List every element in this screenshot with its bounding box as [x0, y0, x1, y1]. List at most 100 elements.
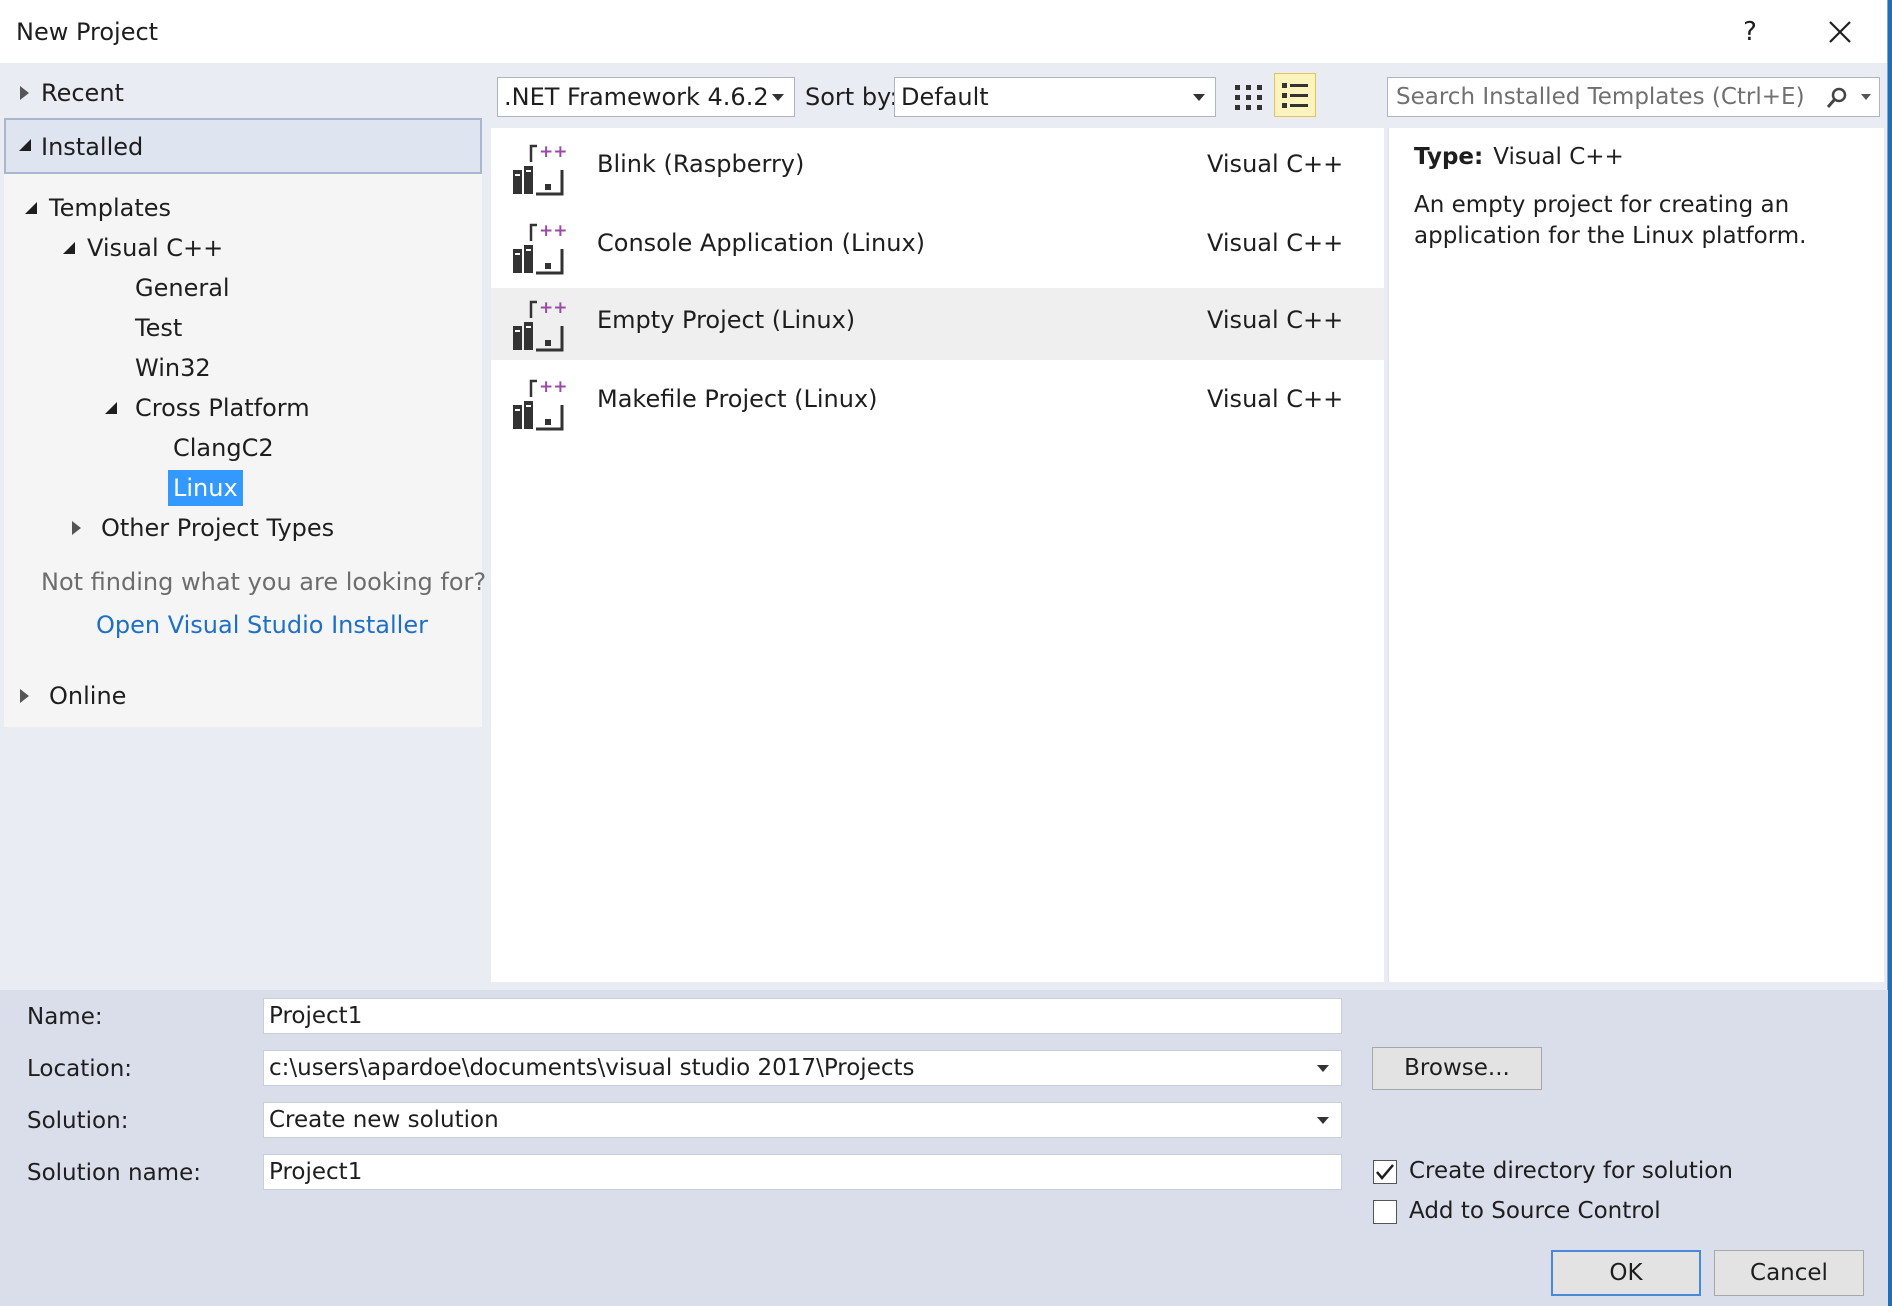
tile-view-button[interactable] — [1229, 77, 1269, 117]
chevron-down-icon — [1193, 94, 1205, 101]
tree-item-label: Win32 — [135, 354, 211, 382]
sort-by-label: Sort by: — [805, 83, 898, 111]
type-label: Type: — [1414, 144, 1484, 170]
tree-item-label: ClangC2 — [173, 434, 274, 462]
chevron-down-icon[interactable] — [1861, 94, 1871, 100]
list-view-button[interactable] — [1274, 73, 1316, 117]
solution-name-input[interactable]: Project1 — [263, 1154, 1342, 1190]
framework-dropdown[interactable]: .NET Framework 4.6.2 — [497, 77, 795, 117]
template-row-makefile[interactable]: ++ Makefile Project (Linux) Visual C++ — [491, 367, 1384, 439]
window-title: New Project — [16, 18, 159, 46]
collapse-arrow-icon — [25, 202, 37, 214]
close-icon — [1829, 21, 1851, 43]
new-project-dialog: New Project ? Recent Installed Templates… — [0, 0, 1888, 1306]
help-button[interactable]: ? — [1732, 13, 1768, 51]
tree-item-label: Visual C++ — [87, 234, 224, 262]
expand-arrow-icon — [72, 521, 81, 535]
tree-item-label: Cross Platform — [135, 394, 310, 422]
sort-dropdown[interactable]: Default — [894, 77, 1216, 117]
name-value: Project1 — [269, 1003, 363, 1029]
tree-item-win32[interactable]: Win32 — [135, 350, 211, 386]
svg-text:++: ++ — [539, 142, 567, 162]
nav-installed-label: Installed — [41, 133, 144, 161]
nav-recent-label: Recent — [41, 79, 124, 107]
solution-dropdown[interactable]: Create new solution — [263, 1102, 1342, 1138]
list-view-icon — [1282, 83, 1308, 108]
tree-item-label: Linux — [173, 474, 238, 502]
expand-arrow-icon — [20, 689, 29, 703]
solution-name-label: Solution name: — [27, 1160, 201, 1186]
chevron-down-icon — [1317, 1117, 1329, 1124]
template-row-console[interactable]: ++ Console Application (Linux) Visual C+… — [491, 211, 1384, 283]
nav-online[interactable]: Online — [4, 676, 482, 716]
cpp-project-icon: ++ — [513, 298, 567, 352]
tree-item-cross-platform[interactable]: Cross Platform — [104, 390, 310, 426]
template-name: Blink (Raspberry) — [597, 150, 805, 178]
title-bar: New Project ? — [0, 0, 1887, 63]
checkmark-icon — [1376, 1164, 1394, 1180]
svg-text:++: ++ — [539, 221, 567, 241]
cpp-project-icon: ++ — [513, 377, 567, 431]
sort-value: Default — [901, 83, 989, 111]
template-name: Empty Project (Linux) — [597, 306, 856, 334]
name-label: Name: — [27, 1004, 103, 1030]
template-row-blink[interactable]: ++ Blink (Raspberry) Visual C++ — [491, 132, 1384, 204]
tree-item-linux[interactable]: Linux — [168, 470, 243, 506]
template-language: Visual C++ — [1207, 229, 1344, 257]
template-row-empty-project[interactable]: ++ Empty Project (Linux) Visual C++ — [491, 288, 1384, 360]
nav-recent[interactable]: Recent — [4, 73, 482, 113]
template-description: An empty project for creating an applica… — [1414, 192, 1807, 249]
tree-item-test[interactable]: Test — [135, 310, 182, 346]
collapse-arrow-icon — [63, 242, 75, 254]
collapse-arrow-icon — [19, 139, 31, 151]
not-finding-text: Not finding what you are looking for? — [41, 568, 487, 596]
location-input[interactable]: c:\users\apardoe\documents\visual studio… — [263, 1050, 1342, 1086]
tree-item-general[interactable]: General — [135, 270, 230, 306]
template-list: ++ Blink (Raspberry) Visual C++ ++ Conso… — [491, 128, 1384, 982]
cpp-project-icon: ++ — [513, 221, 567, 275]
search-templates-input[interactable]: Search Installed Templates (Ctrl+E) — [1387, 77, 1880, 117]
type-row: Type: Visual C++ — [1414, 144, 1624, 170]
nav-online-label: Online — [49, 682, 127, 710]
framework-value: .NET Framework 4.6.2 — [504, 83, 769, 111]
template-language: Visual C++ — [1207, 306, 1344, 334]
tree-item-visual-cpp[interactable]: Visual C++ — [62, 230, 223, 266]
svg-text:++: ++ — [539, 298, 567, 318]
tree-item-label: Test — [135, 314, 183, 342]
tree-item-other-project-types[interactable]: Other Project Types — [72, 510, 334, 546]
tree-item-label: Templates — [49, 194, 172, 222]
type-value: Visual C++ — [1493, 144, 1624, 170]
tree-item-templates[interactable]: Templates — [24, 190, 171, 226]
cpp-project-icon: ++ — [513, 142, 567, 196]
template-tree: Templates Visual C++ General Test Win32 … — [4, 174, 482, 727]
ok-button[interactable]: OK — [1551, 1250, 1701, 1296]
search-placeholder: Search Installed Templates (Ctrl+E) — [1396, 84, 1805, 110]
close-button[interactable] — [1818, 13, 1862, 51]
nav-installed[interactable]: Installed — [4, 118, 482, 174]
svg-text:++: ++ — [539, 377, 567, 397]
source-control-label: Add to Source Control — [1409, 1198, 1661, 1224]
open-installer-link[interactable]: Open Visual Studio Installer — [96, 611, 428, 639]
tree-item-clangc2[interactable]: ClangC2 — [173, 430, 274, 466]
source-control-checkbox[interactable] — [1373, 1200, 1397, 1224]
cancel-button[interactable]: Cancel — [1714, 1250, 1864, 1296]
left-navigation: Recent Installed Templates Visual C++ Ge… — [4, 63, 486, 989]
chevron-down-icon[interactable] — [1317, 1065, 1329, 1072]
project-form: Name: Project1 Location: c:\users\apardo… — [0, 990, 1888, 1306]
template-name: Makefile Project (Linux) — [597, 385, 878, 413]
browse-button[interactable]: Browse... — [1372, 1047, 1542, 1090]
template-details-panel: Type: Visual C++ An empty project for cre… — [1388, 128, 1884, 982]
name-input[interactable]: Project1 — [263, 998, 1342, 1034]
grid-view-icon — [1235, 85, 1262, 110]
collapse-arrow-icon — [105, 402, 117, 414]
template-name: Console Application (Linux) — [597, 229, 926, 257]
template-language: Visual C++ — [1207, 150, 1344, 178]
create-directory-checkbox[interactable] — [1373, 1160, 1397, 1184]
location-label: Location: — [27, 1056, 133, 1082]
solution-value: Create new solution — [269, 1107, 499, 1133]
chevron-down-icon — [772, 94, 784, 101]
tree-item-label: Other Project Types — [101, 514, 335, 542]
search-icon — [1826, 87, 1847, 108]
location-value: c:\users\apardoe\documents\visual studio… — [269, 1055, 915, 1081]
tree-item-label: General — [135, 274, 230, 302]
